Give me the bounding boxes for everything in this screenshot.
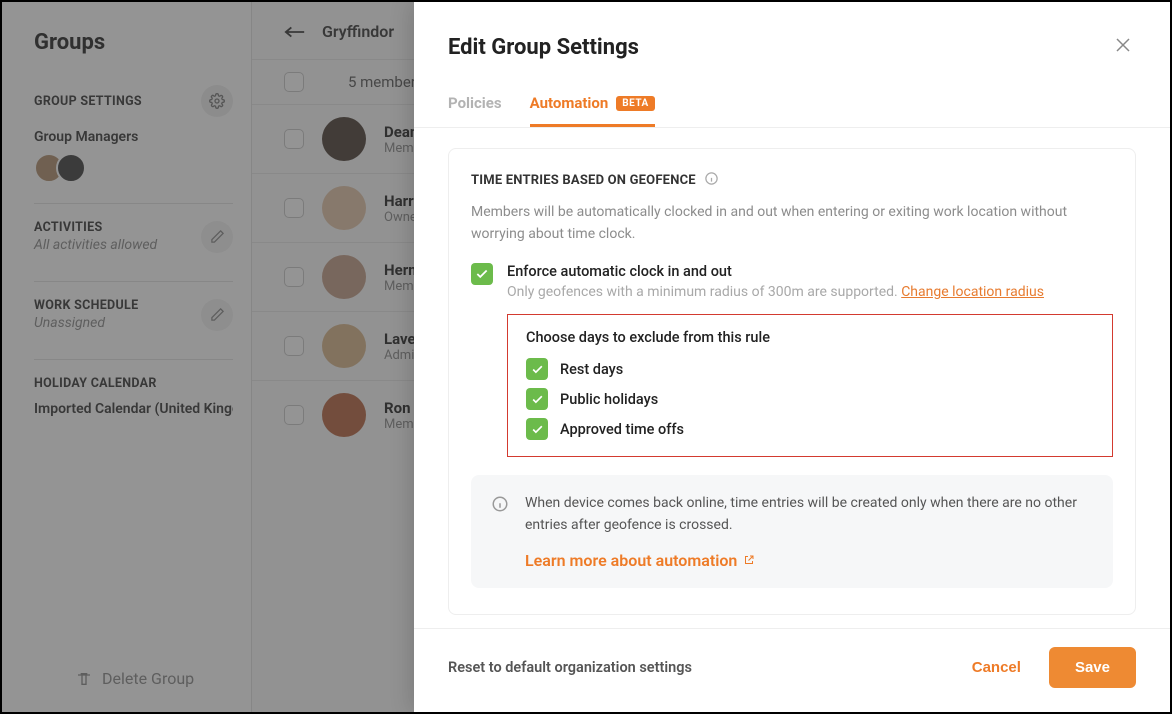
close-icon[interactable] [1110,32,1136,62]
exclude-label: Public holidays [560,391,658,408]
reset-defaults-link[interactable]: Reset to default organization settings [448,659,692,676]
exclude-checkbox[interactable] [526,388,548,410]
exclude-label: Approved time offs [560,421,684,438]
exclude-checkbox[interactable] [526,418,548,440]
geofence-card: TIME ENTRIES BASED ON GEOFENCE Members w… [448,148,1136,615]
exclude-label: Rest days [560,361,623,378]
cancel-button[interactable]: Cancel [964,649,1029,686]
change-location-radius-link[interactable]: Change location radius [901,284,1044,300]
external-link-icon [743,554,755,566]
geofence-title: TIME ENTRIES BASED ON GEOFENCE [471,173,696,188]
tabs: Policies Automation BETA [414,84,1170,128]
exclude-title: Choose days to exclude from this rule [526,329,1094,346]
edit-group-settings-modal: Edit Group Settings Policies Automation … [414,2,1170,712]
exclude-checkbox[interactable] [526,358,548,380]
learn-more-link[interactable]: Learn more about automation [525,551,755,570]
geofence-description: Members will be automatically clocked in… [471,202,1113,245]
save-button[interactable]: Save [1049,647,1136,688]
tab-automation[interactable]: Automation BETA [530,84,655,127]
info-text: When device comes back online, time entr… [525,493,1093,536]
modal-title: Edit Group Settings [448,35,639,60]
info-icon [491,495,509,569]
modal-overlay[interactable] [2,2,418,712]
enforce-hint: Only geofences with a minimum radius of … [507,284,1044,300]
enforce-label: Enforce automatic clock in and out [507,263,1044,280]
info-box: When device comes back online, time entr… [471,475,1113,587]
tab-policies[interactable]: Policies [448,84,502,127]
enforce-checkbox[interactable] [471,263,493,285]
exclude-days-box: Choose days to exclude from this rule Re… [507,314,1113,457]
info-icon[interactable] [704,171,719,190]
beta-badge: BETA [616,96,655,111]
